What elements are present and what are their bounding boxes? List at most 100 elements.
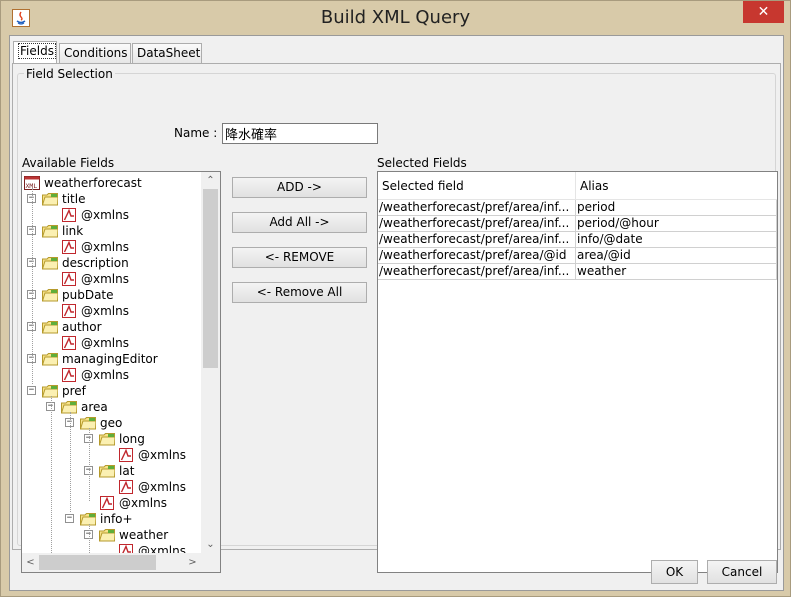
folder-icon [42, 256, 58, 270]
table-row[interactable]: /weatherforecast/pref/area/inf... info/@d… [378, 232, 777, 248]
tab-fields-label: Fields [18, 43, 56, 59]
attribute-icon [61, 336, 77, 350]
collapse-toggle-icon[interactable]: − [65, 514, 74, 523]
dialog-body: Fields Conditions DataSheet Field Select… [9, 35, 784, 591]
tree-node-label: @xmlns [81, 304, 129, 318]
tree-node-label: geo [100, 416, 123, 430]
scroll-up-arrow-icon[interactable]: ⌃ [201, 172, 220, 189]
table-row[interactable]: /weatherforecast/pref/area/inf... weather [378, 264, 777, 280]
tree-guide-line [32, 188, 33, 384]
add-all-button[interactable]: Add All -> [232, 212, 367, 233]
tree-node-label: weatherforecast [44, 176, 142, 190]
tree-vertical-scrollbar[interactable]: ⌃ ⌄ [201, 172, 220, 553]
tree-node-label: @xmlns [81, 208, 129, 222]
name-label: Name : [174, 126, 218, 140]
tab-datasheet[interactable]: DataSheet [132, 43, 202, 63]
tree-guide-line [70, 412, 71, 512]
table-row[interactable]: /weatherforecast/pref/area/@id area/@id [378, 248, 777, 264]
remove-all-button[interactable]: <- Remove All [232, 282, 367, 303]
tree-node-label: author [62, 320, 102, 334]
add-button[interactable]: ADD -> [232, 177, 367, 198]
tree-node-label: @xmlns [81, 336, 129, 350]
field-selection-label: Field Selection [24, 67, 115, 81]
attribute-icon [61, 240, 77, 254]
close-button[interactable]: ✕ [743, 1, 784, 23]
cell-alias: period/@hour [576, 216, 777, 232]
attribute-icon [118, 544, 134, 553]
scroll-corner [201, 553, 220, 572]
tree-horizontal-scrollbar[interactable]: < > [22, 553, 201, 572]
cell-alias: area/@id [576, 248, 777, 264]
folder-icon [42, 192, 58, 206]
tree-guide-line [51, 396, 52, 553]
available-fields-tree[interactable]: XML weatherforecast − title @xmlns − link @xmln… [21, 171, 221, 573]
tree-node-label: @xmlns [81, 240, 129, 254]
tree-guide-line [89, 524, 90, 553]
tree-viewport: XML weatherforecast − title @xmlns − link @xmln… [22, 172, 201, 553]
title-bar[interactable]: Build XML Query ✕ [1, 1, 790, 35]
scroll-down-arrow-icon[interactable]: ⌄ [201, 536, 220, 553]
column-header-alias[interactable]: Alias [576, 172, 777, 200]
tree-node-label: description [62, 256, 129, 270]
cell-alias: info/@date [576, 232, 777, 248]
tree-node-label: managingEditor [62, 352, 158, 366]
attribute-icon [118, 480, 134, 494]
attribute-icon [61, 304, 77, 318]
attribute-icon [61, 272, 77, 286]
tree-node-label: @xmlns [81, 368, 129, 382]
attribute-icon [61, 368, 77, 382]
tab-conditions[interactable]: Conditions [59, 43, 131, 63]
tree-node-label: lat [119, 464, 135, 478]
tree-node-label: @xmlns [138, 448, 186, 462]
name-input[interactable] [222, 123, 378, 144]
tree-guide-line [89, 428, 90, 501]
fields-tab-panel: Field Selection Name : Available Fields … [12, 63, 781, 573]
cell-selected-field: /weatherforecast/pref/area/inf... [378, 264, 576, 280]
tree-node-label: @xmlns [138, 544, 186, 553]
folder-icon [42, 224, 58, 238]
tree-node-label: info+ [100, 512, 133, 526]
tree-node-label: link [62, 224, 84, 238]
cell-selected-field: /weatherforecast/pref/area/@id [378, 248, 576, 264]
scroll-right-arrow-icon[interactable]: > [184, 553, 201, 572]
attribute-icon [99, 496, 115, 510]
folder-icon [80, 512, 96, 526]
tree-node-label: weather [119, 528, 169, 542]
cell-alias: weather [576, 264, 777, 280]
table-row[interactable]: /weatherforecast/pref/area/inf... period [378, 200, 777, 216]
tree-node-label: pubDate [62, 288, 114, 302]
dialog-window: Build XML Query ✕ Fields Conditions Data… [0, 0, 791, 597]
cell-selected-field: /weatherforecast/pref/area/inf... [378, 200, 576, 216]
column-header-selected-field[interactable]: Selected field [378, 172, 576, 200]
folder-icon [99, 432, 115, 446]
cell-alias: period [576, 200, 777, 216]
attribute-icon [118, 448, 134, 462]
folder-icon [42, 384, 58, 398]
tree-node-label: @xmlns [138, 480, 186, 494]
folder-icon [80, 416, 96, 430]
tree-node-label: area [81, 400, 108, 414]
selected-fields-table[interactable]: Selected field Alias /weatherforecast/pr… [377, 171, 778, 573]
horizontal-scroll-thumb[interactable] [39, 555, 156, 570]
attribute-icon [61, 208, 77, 222]
tree-node-label: @xmlns [81, 272, 129, 286]
scroll-left-arrow-icon[interactable]: < [22, 553, 39, 572]
vertical-scroll-thumb[interactable] [203, 189, 218, 368]
tree-node-label: title [62, 192, 86, 206]
tree-node-label: long [119, 432, 145, 446]
tree-node-label: pref [62, 384, 86, 398]
cell-selected-field: /weatherforecast/pref/area/inf... [378, 216, 576, 232]
tab-fields[interactable]: Fields [13, 41, 57, 63]
table-row[interactable]: /weatherforecast/pref/area/inf... period/… [378, 216, 777, 232]
ok-button[interactable]: OK [651, 560, 698, 584]
selected-fields-label: Selected Fields [377, 156, 467, 170]
remove-button[interactable]: <- REMOVE [232, 247, 367, 268]
tree-node-label: @xmlns [119, 496, 167, 510]
collapse-toggle-icon[interactable]: − [27, 386, 36, 395]
folder-icon [99, 528, 115, 542]
folder-icon [99, 464, 115, 478]
folder-icon [42, 352, 58, 366]
window-title: Build XML Query [320, 7, 471, 28]
folder-icon [42, 288, 58, 302]
cancel-button[interactable]: Cancel [707, 560, 777, 584]
